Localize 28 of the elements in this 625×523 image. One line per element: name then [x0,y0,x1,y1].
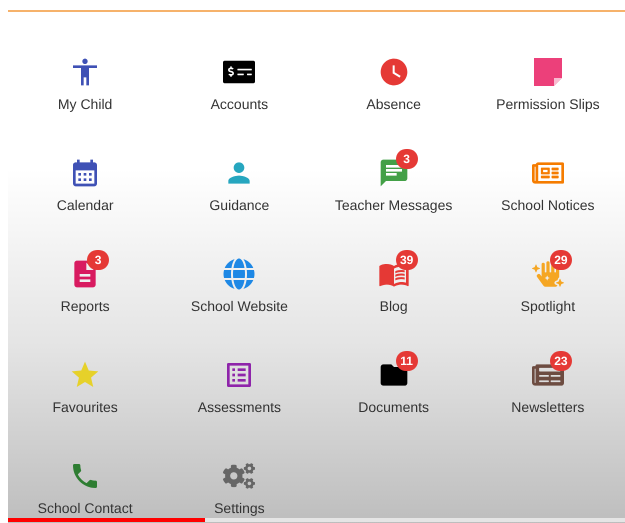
menu-tile[interactable]: Settings [162,453,316,519]
count-badge: 23 [550,351,572,371]
menu-tile[interactable]: 3 Reports [8,251,162,317]
menu-tile[interactable]: School Notices [470,150,625,216]
menu-tile[interactable]: School Contact [8,453,162,519]
menu-tile[interactable]: Accounts [162,49,316,115]
clock-icon [378,56,410,88]
globe-icon [223,258,256,290]
menu-tile[interactable]: 39 Blog [316,251,471,317]
menu-tile[interactable]: 11 Documents [316,352,471,418]
menu-tile[interactable]: 23 Newsletters [470,352,625,418]
menu-tile[interactable]: Guidance [162,150,316,216]
video-progress-track[interactable] [8,518,625,522]
menu-tile[interactable]: School Website [162,251,316,317]
count-badge: 3 [87,250,110,270]
menu-tile[interactable]: Absence [316,49,471,115]
menu-tile[interactable]: Assessments [162,352,316,418]
note-icon [532,57,563,87]
menu-tile[interactable]: Calendar [8,150,162,216]
menu-tile[interactable]: My Child [8,49,162,115]
count-badge: 29 [550,250,572,270]
menu-tile[interactable]: Favourites [8,352,162,418]
count-badge: 3 [396,149,418,169]
menu-tile[interactable]: Permission Slips [470,49,625,115]
count-badge: 39 [396,250,418,270]
menu-tile[interactable]: 3 Teacher Messages [316,150,471,216]
menu-tile[interactable]: 29 Spotlight [470,251,625,317]
count-badge: 11 [396,351,418,371]
